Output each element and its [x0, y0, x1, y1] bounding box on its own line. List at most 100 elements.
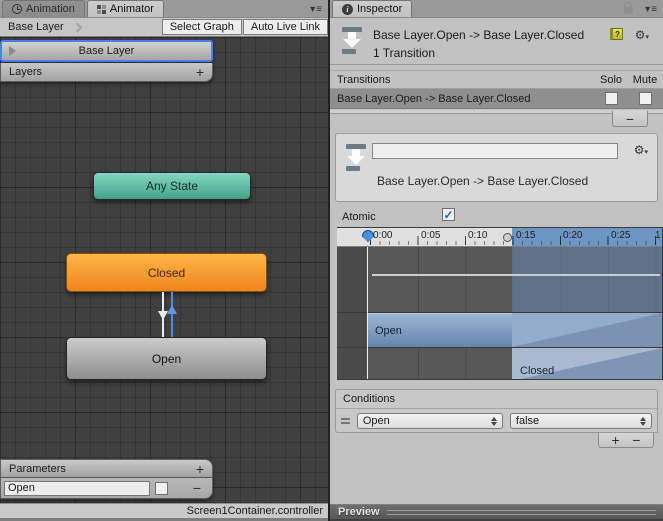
transition-list-row[interactable]: Base Layer.Open -> Base Layer.Closed	[330, 89, 663, 109]
popup-arrows-icon	[486, 416, 497, 426]
transition-timeline[interactable]: 0:00 0:05 0:10 0:15 0:20 0:25 1 Open Clo…	[337, 227, 663, 380]
conditions-header: Conditions	[336, 390, 657, 409]
clock-icon	[12, 4, 22, 14]
pane-menu-icon[interactable]: ▾≡	[645, 4, 658, 15]
clip-bar-open-fadeout[interactable]	[512, 313, 662, 347]
parameter-name-input[interactable]	[4, 480, 150, 496]
breadcrumb-label: Base Layer	[8, 21, 64, 33]
timeline-body[interactable]: Open Closed	[337, 247, 662, 379]
node-any-state-label: Any State	[145, 179, 199, 193]
mute-checkbox[interactable]	[638, 92, 652, 105]
tab-animator[interactable]: Animator	[86, 0, 164, 17]
inspector-panel: i Inspector ▾≡ Base Layer.Open -> Base L…	[330, 0, 663, 521]
tick-label: 0:00	[373, 230, 393, 241]
atomic-label: Atomic	[342, 211, 376, 223]
animator-tabbar: Animation Animator ▾≡	[0, 0, 328, 18]
preview-label: Preview	[338, 506, 380, 518]
tick-label: 0:25	[611, 230, 631, 241]
tab-animation-label: Animation	[26, 3, 75, 15]
auto-live-link-label: Auto Live Link	[250, 21, 320, 33]
solo-cell	[595, 92, 627, 105]
conditions-section: Conditions Open false	[335, 389, 658, 433]
tick-label: 0:15	[516, 230, 536, 241]
clip-bar-closed-label: Closed	[520, 365, 555, 377]
play-triangle-icon	[9, 46, 16, 56]
select-graph-button[interactable]: Select Graph	[161, 19, 242, 35]
condition-row: Open false	[336, 409, 657, 433]
transition-detail-label: Base Layer.Open -> Base Layer.Closed	[377, 174, 589, 188]
remove-condition-button[interactable]: −	[632, 433, 640, 447]
parameters-header-bar[interactable]: Parameters +	[0, 459, 213, 478]
transition-row-label: Base Layer.Open -> Base Layer.Closed	[337, 92, 531, 105]
unity-editor: Animation Animator ▾≡ Base Layer Select …	[0, 0, 663, 521]
parameters-header-label: Parameters	[9, 462, 66, 475]
layer-item-base-layer[interactable]: Base Layer	[0, 40, 213, 62]
tick-label: 0:10	[468, 230, 488, 241]
animator-toolbar: Base Layer Select Graph Auto Live Link	[0, 18, 328, 37]
condition-value-select[interactable]: false	[509, 413, 652, 429]
transition-name-input[interactable]	[372, 143, 618, 159]
controller-name: Screen1Container.controller	[186, 505, 323, 517]
blend-curve-line	[372, 274, 660, 276]
preview-drag-grip[interactable]	[386, 509, 656, 515]
tab-animator-label: Animator	[109, 3, 154, 15]
lock-icon[interactable]	[624, 2, 633, 14]
controller-status-bar: Screen1Container.controller	[0, 503, 328, 518]
chevron-right-icon	[72, 22, 83, 32]
inspector-title: Base Layer.Open -> Base Layer.Closed	[373, 28, 585, 42]
solo-checkbox[interactable]	[604, 92, 618, 105]
transition-icon	[345, 144, 369, 171]
timeline-ruler[interactable]: 0:00 0:05 0:10 0:15 0:20 0:25 1	[337, 228, 662, 247]
playhead-line[interactable]	[367, 247, 368, 379]
conditions-buttons-box: + −	[598, 433, 654, 448]
clip-bar-open-label: Open	[375, 324, 402, 337]
tick-label: 0:05	[421, 230, 441, 241]
tab-animation[interactable]: Animation	[2, 0, 85, 17]
tab-inspector[interactable]: i Inspector	[332, 0, 413, 17]
layers-header-bar[interactable]: Layers +	[0, 63, 213, 82]
help-icon[interactable]: ?	[610, 28, 623, 40]
pane-menu-icon[interactable]: ▾≡	[310, 4, 323, 15]
gear-icon[interactable]: ⚙▾	[634, 144, 648, 156]
parameter-row: −	[0, 478, 213, 499]
add-condition-button[interactable]: +	[612, 433, 620, 447]
mute-column-label: Mute	[632, 73, 658, 86]
transition-edges	[157, 292, 181, 338]
clip-bar-closed[interactable]: Closed	[512, 348, 662, 379]
transitions-header-label: Transitions	[337, 73, 391, 86]
transition-icon	[341, 27, 365, 54]
remove-transition-button[interactable]: −	[626, 112, 634, 126]
atomic-checkbox[interactable]: ✓	[442, 208, 455, 221]
tick-label: 1	[655, 230, 661, 241]
node-any-state[interactable]: Any State	[93, 172, 251, 200]
clip-bar-open[interactable]: Open	[367, 313, 512, 347]
remove-transition-box: −	[612, 111, 648, 127]
remove-parameter-button[interactable]: −	[193, 481, 201, 495]
node-open[interactable]: Open	[66, 337, 267, 380]
tab-inspector-label: Inspector	[357, 3, 403, 15]
transition-header: Base Layer.Open -> Base Layer.Closed 1 T…	[330, 18, 663, 65]
add-layer-button[interactable]: +	[196, 65, 204, 79]
condition-value: false	[515, 415, 540, 427]
node-open-label: Open	[151, 351, 182, 366]
preview-bar[interactable]: Preview	[330, 504, 663, 519]
solo-column-label: Solo	[599, 73, 623, 86]
transitions-list-header: Transitions Solo Mute	[330, 70, 663, 89]
edge-open-to-closed-selected[interactable]	[171, 292, 173, 338]
node-closed[interactable]: Closed	[66, 253, 267, 292]
add-parameter-button[interactable]: +	[196, 462, 204, 476]
animator-icon	[96, 4, 106, 14]
breadcrumb[interactable]: Base Layer	[0, 18, 83, 36]
auto-live-link-button[interactable]: Auto Live Link	[242, 19, 328, 35]
parameter-value-checkbox[interactable]	[155, 481, 168, 495]
condition-drag-handle-icon[interactable]	[341, 418, 350, 424]
transition-start-marker-icon[interactable]	[503, 233, 512, 242]
info-icon: i	[342, 3, 353, 15]
edge-arrow-up-icon	[167, 305, 177, 314]
mute-cell	[627, 92, 663, 105]
condition-param-select[interactable]: Open	[356, 413, 503, 429]
animator-panel: Animation Animator ▾≡ Base Layer Select …	[0, 0, 330, 521]
condition-param-value: Open	[362, 415, 390, 427]
select-graph-label: Select Graph	[169, 21, 234, 33]
gear-icon[interactable]: ⚙▾	[635, 29, 649, 41]
